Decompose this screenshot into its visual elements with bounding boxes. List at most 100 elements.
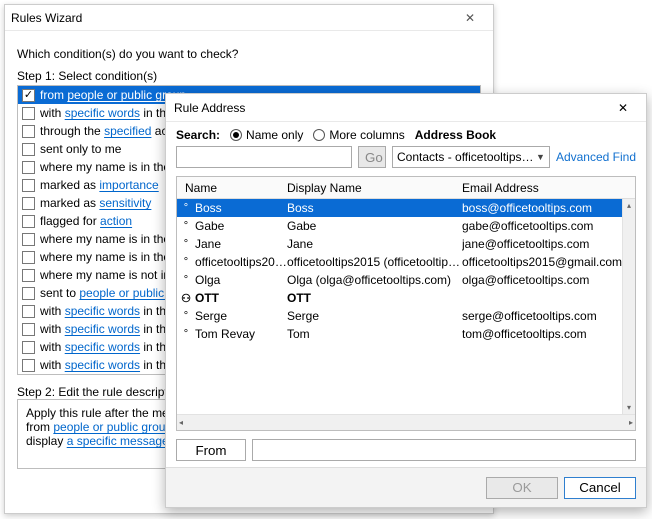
contact-row[interactable]: °JaneJanejane@officetooltips.com <box>177 235 622 253</box>
cancel-button[interactable]: Cancel <box>564 477 636 499</box>
horizontal-scrollbar[interactable]: ◂ ▸ <box>177 414 635 430</box>
contact-display: OTT <box>287 291 462 305</box>
contact-row[interactable]: ⚇OTTOTT <box>177 289 622 307</box>
desc-from-link[interactable]: people or public group <box>53 420 172 434</box>
condition-text: marked as importance <box>40 178 159 192</box>
address-book-combo[interactable]: Contacts - officetooltips@gmail.com ▼ <box>392 146 550 168</box>
contact-display: Olga (olga@officetooltips.com) <box>287 273 462 287</box>
from-input[interactable] <box>252 439 636 461</box>
condition-checkbox[interactable] <box>22 269 35 282</box>
condition-checkbox[interactable] <box>22 305 35 318</box>
desc-message-link[interactable]: a specific message <box>67 434 169 448</box>
ok-button[interactable]: OK <box>486 477 558 499</box>
person-icon: ° <box>177 328 195 340</box>
address-close-button[interactable]: ✕ <box>608 101 638 115</box>
condition-checkbox[interactable] <box>22 125 35 138</box>
person-icon: ° <box>177 256 195 268</box>
wizard-question: Which condition(s) do you want to check? <box>17 47 481 61</box>
contacts-rows[interactable]: °BossBossboss@officetooltips.com°GabeGab… <box>177 199 622 414</box>
contact-email: officetooltips2015@gmail.com <box>462 255 622 269</box>
scroll-right-icon: ▸ <box>629 418 633 427</box>
contact-row[interactable]: °OlgaOlga (olga@officetooltips.com)olga@… <box>177 271 622 289</box>
scroll-up-icon: ▴ <box>627 201 631 210</box>
search-label: Search: <box>176 128 220 142</box>
header-display[interactable]: Display Name <box>287 181 462 195</box>
wizard-title: Rules Wizard <box>11 11 453 25</box>
condition-link[interactable]: specific words <box>65 340 140 354</box>
wizard-close-button[interactable]: ✕ <box>453 11 487 25</box>
address-toolbar: Search: Name only More columns Address B… <box>166 122 646 144</box>
scroll-down-icon: ▾ <box>627 403 631 412</box>
condition-checkbox[interactable] <box>22 179 35 192</box>
condition-checkbox[interactable] <box>22 215 35 228</box>
condition-checkbox[interactable] <box>22 197 35 210</box>
radio-name-only[interactable]: Name only <box>230 128 303 142</box>
condition-link[interactable]: sensitivity <box>99 196 151 210</box>
condition-checkbox[interactable] <box>22 107 35 120</box>
condition-checkbox[interactable] <box>22 233 35 246</box>
contact-name: Tom Revay <box>195 327 287 341</box>
search-input[interactable] <box>176 146 352 168</box>
contact-name: officetooltips2015 <box>195 255 287 269</box>
person-icon: ° <box>177 274 195 286</box>
contact-name: Serge <box>195 309 287 323</box>
condition-checkbox[interactable] <box>22 251 35 264</box>
contact-display: Gabe <box>287 219 462 233</box>
condition-link[interactable]: specific words <box>65 322 140 336</box>
condition-checkbox[interactable] <box>22 161 35 174</box>
wizard-step1-label: Step 1: Select condition(s) <box>17 69 481 83</box>
address-title: Rule Address <box>174 101 608 115</box>
condition-checkbox[interactable] <box>22 143 35 156</box>
condition-link[interactable]: specific words <box>65 358 140 372</box>
contact-name: Gabe <box>195 219 287 233</box>
condition-link[interactable]: importance <box>99 178 158 192</box>
condition-link[interactable]: specified <box>104 124 151 138</box>
condition-text: flagged for action <box>40 214 132 228</box>
contact-name: OTT <box>195 291 287 305</box>
contact-email: serge@officetooltips.com <box>462 309 622 323</box>
address-titlebar: Rule Address ✕ <box>166 94 646 122</box>
contact-display: officetooltips2015 (officetooltips2015..… <box>287 255 462 269</box>
contact-email: gabe@officetooltips.com <box>462 219 622 233</box>
contact-email: olga@officetooltips.com <box>462 273 622 287</box>
vertical-scrollbar[interactable]: ▴ ▾ <box>622 199 635 414</box>
address-controls-row: Go Contacts - officetooltips@gmail.com ▼… <box>166 144 646 174</box>
contact-display: Boss <box>287 201 462 215</box>
contact-row[interactable]: °Tom RevayTomtom@officetooltips.com <box>177 325 622 343</box>
header-email[interactable]: Email Address <box>462 181 619 195</box>
contact-row[interactable]: °GabeGabegabe@officetooltips.com <box>177 217 622 235</box>
condition-link[interactable]: specific words <box>65 106 140 120</box>
contact-row[interactable]: °BossBossboss@officetooltips.com <box>177 199 622 217</box>
contact-email: tom@officetooltips.com <box>462 327 622 341</box>
condition-text: marked as sensitivity <box>40 196 151 210</box>
person-icon: ° <box>177 238 195 250</box>
from-row: From <box>166 437 646 467</box>
chevron-down-icon: ▼ <box>536 152 545 162</box>
contact-row[interactable]: °officetooltips2015officetooltips2015 (o… <box>177 253 622 271</box>
condition-checkbox[interactable] <box>22 89 35 102</box>
header-name[interactable]: Name <box>177 181 287 195</box>
go-button[interactable]: Go <box>358 146 386 168</box>
condition-checkbox[interactable] <box>22 359 35 372</box>
rule-address-dialog: Rule Address ✕ Search: Name only More co… <box>165 93 647 508</box>
contacts-list: Name Display Name Email Address °BossBos… <box>176 176 636 431</box>
contact-row[interactable]: °SergeSergeserge@officetooltips.com <box>177 307 622 325</box>
condition-link[interactable]: action <box>100 214 132 228</box>
radio-more-columns[interactable]: More columns <box>313 128 404 142</box>
contact-name: Jane <box>195 237 287 251</box>
person-icon: ° <box>177 310 195 322</box>
condition-link[interactable]: specific words <box>65 304 140 318</box>
from-button[interactable]: From <box>176 439 246 461</box>
person-icon: ° <box>177 202 195 214</box>
radio-dot-icon <box>313 129 325 141</box>
condition-checkbox[interactable] <box>22 287 35 300</box>
contact-display: Serge <box>287 309 462 323</box>
contact-display: Tom <box>287 327 462 341</box>
address-footer: OK Cancel <box>166 467 646 507</box>
contacts-rows-wrap: °BossBossboss@officetooltips.com°GabeGab… <box>177 199 635 414</box>
search-group: Search: Name only More columns <box>176 128 405 142</box>
advanced-find-link[interactable]: Advanced Find <box>556 150 636 164</box>
condition-checkbox[interactable] <box>22 323 35 336</box>
condition-checkbox[interactable] <box>22 341 35 354</box>
contact-name: Boss <box>195 201 287 215</box>
